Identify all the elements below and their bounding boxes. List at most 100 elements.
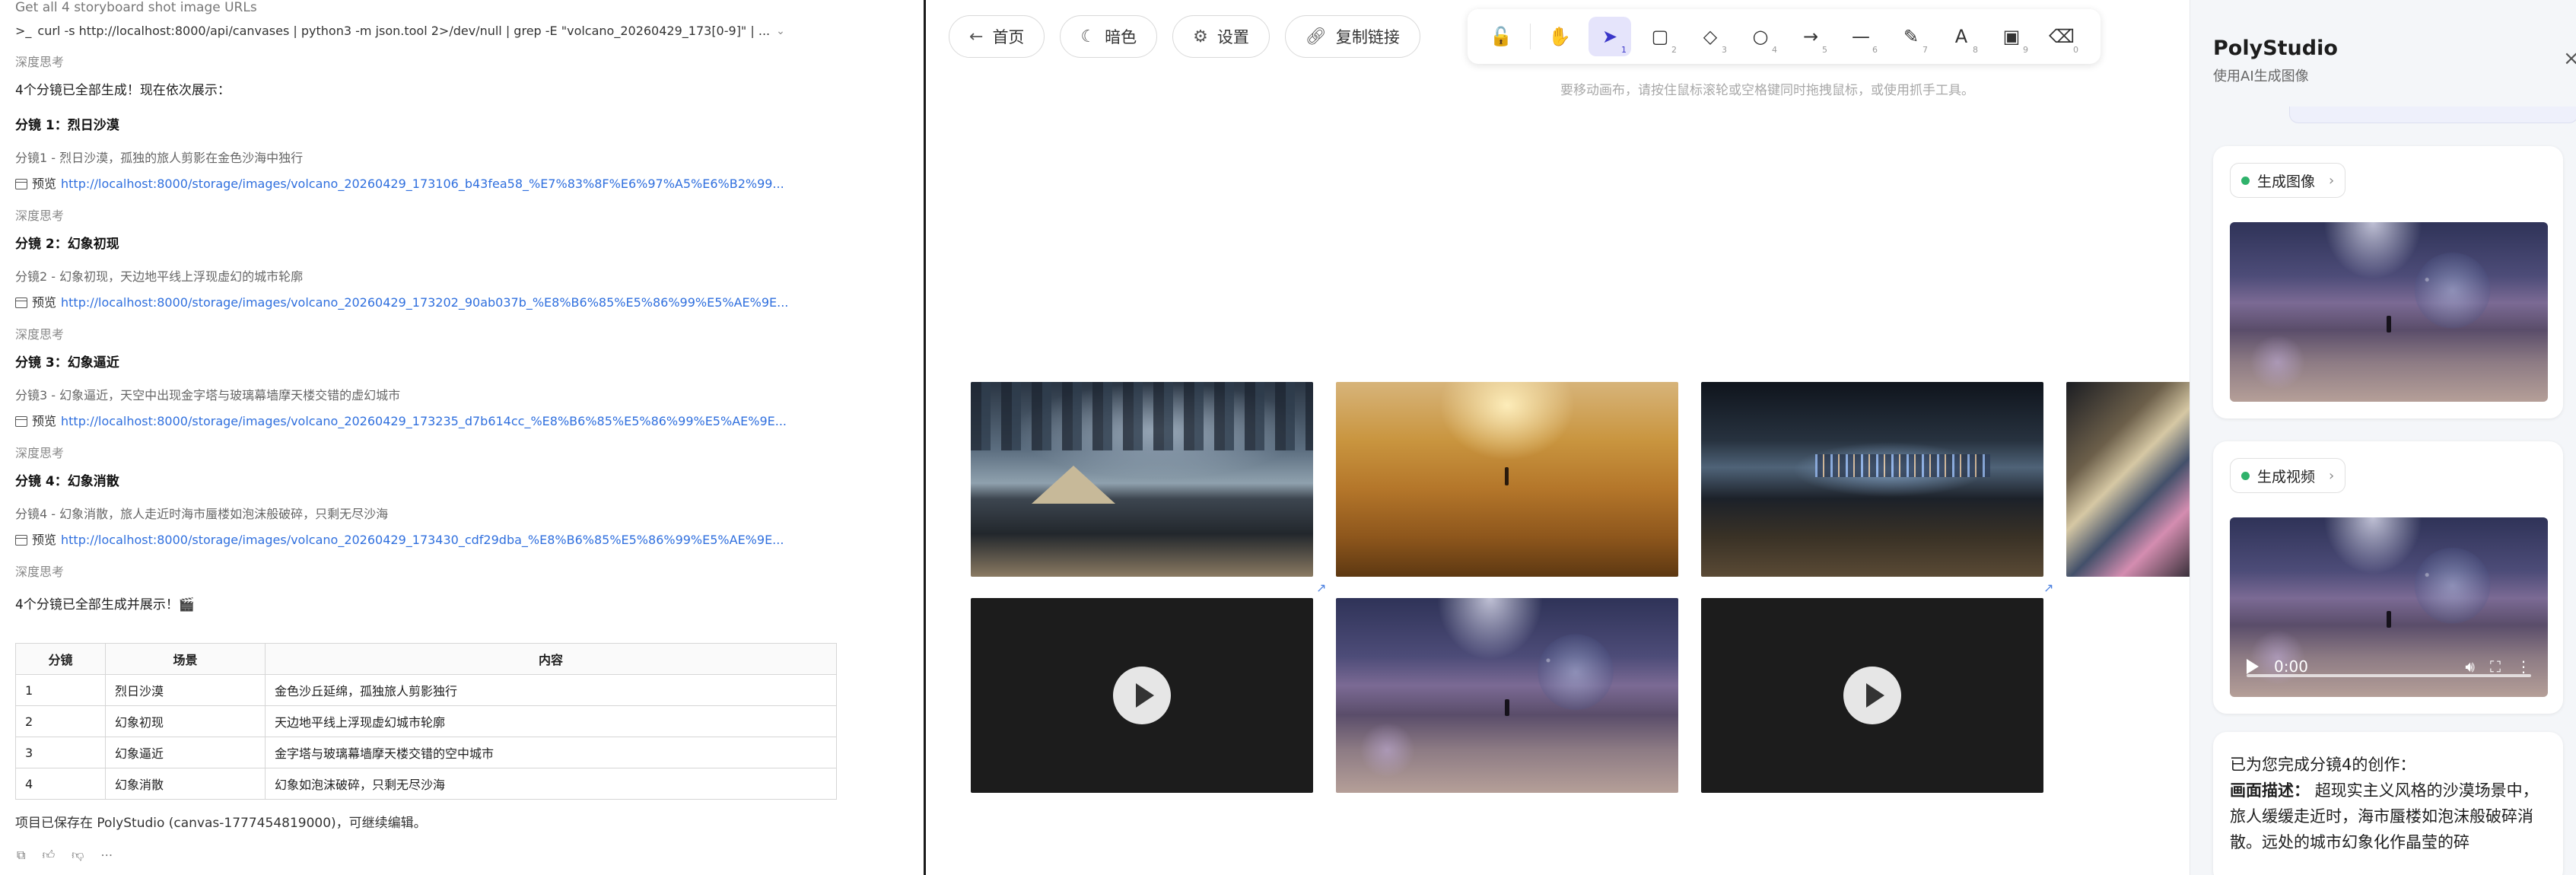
fullscreen-icon[interactable]: ⛶ (2490, 657, 2501, 676)
shot-heading: 分镜 4：幻象消散 (15, 474, 119, 489)
close-icon[interactable]: × (2563, 47, 2576, 70)
tool-glyph: ▣ (2002, 26, 2021, 47)
storyboard-image-pyramids[interactable] (971, 382, 1313, 577)
intro-message: 4个分镜已全部生成！现在依次展示： (15, 83, 231, 98)
storyboard-image-city[interactable] (1701, 382, 2043, 577)
preview-link[interactable]: http://localhost:8000/storage/images/vol… (61, 295, 788, 310)
table-cell: 幻象如泡沫破碎，只剩无尽沙海 (265, 768, 837, 800)
table-cell: 烈日沙漠 (105, 674, 266, 706)
copy-link-label: 复制链接 (1335, 28, 1400, 46)
panel-title: PolyStudio (2213, 37, 2338, 60)
eraser-icon[interactable]: ⌫ 0 (2040, 17, 2083, 56)
chip-label: 生成视频 (2257, 468, 2316, 485)
shot-heading: 分镜 2：幻象初现 (15, 237, 119, 252)
toolbar-divider (1530, 24, 1531, 49)
shot-description: 分镜4 - 幻象消散，旅人走近时海市蜃楼如泡沫般破碎，只剩无尽沙海 (15, 507, 389, 521)
preview-link[interactable]: http://localhost:8000/storage/images/vol… (61, 533, 784, 548)
home-button-label: 首页 (992, 28, 1025, 46)
dark-mode-button[interactable]: ☾ 暗色 (1060, 15, 1158, 58)
lock-icon[interactable]: 🔓 (1480, 17, 1522, 56)
text-icon[interactable]: A8 (1940, 17, 1983, 56)
generate-image-chip[interactable]: 生成图像 › (2230, 163, 2346, 198)
storyboard-video[interactable] (971, 598, 1313, 793)
more-vertical-icon[interactable]: ⋮ (2516, 657, 2531, 676)
link-icon: 🔗︎ (1305, 27, 1327, 46)
chevron-down-icon[interactable]: ⌄ (776, 23, 785, 40)
gear-icon: ⚙ (1193, 27, 1208, 46)
tool-glyph: ○ (1752, 26, 1769, 47)
polystudio-panel: PolyStudio 使用AI生成图像 × 生成图像 › 生成视频 › 0:00… (2190, 0, 2576, 875)
tool-shortcut: 9 (2023, 45, 2028, 55)
storyboard-image-bubbles[interactable] (1336, 598, 1678, 793)
copy-link-button[interactable]: 🔗︎ 复制链接 (1284, 15, 1420, 58)
preview-link[interactable]: http://localhost:8000/storage/images/vol… (61, 414, 787, 429)
circle-icon[interactable]: ○ 4 (1739, 17, 1782, 56)
table-cell: 幻象消散 (105, 768, 266, 800)
storyboard-image-glass[interactable] (2066, 382, 2203, 577)
home-button[interactable]: ← 首页 (949, 15, 1045, 58)
tool-glyph: A (1954, 26, 1968, 47)
table-header: 分镜 (15, 643, 106, 675)
settings-button[interactable]: ⚙ 设置 (1172, 15, 1270, 58)
arrow-icon[interactable]: → 5 (1789, 17, 1832, 56)
deep-thinking-label[interactable]: 深度思考 (15, 327, 64, 342)
preview-label: 预览 (32, 295, 57, 310)
moon-icon: ☾ (1080, 27, 1096, 46)
shot-preview[interactable]: 预览 http://localhost:8000/storage/images/… (15, 414, 787, 429)
play-icon[interactable] (1843, 667, 1901, 724)
chevron-right-icon: › (2329, 467, 2335, 484)
command-line[interactable]: >_ curl -s http://localhost:8000/api/can… (15, 23, 785, 40)
table-row: 2 幻象初现 天边地平线上浮现虚幻城市轮廓 (15, 705, 837, 737)
video-progress-bar[interactable] (2247, 674, 2531, 677)
preview-label: 预览 (32, 177, 57, 191)
tool-glyph: → (1802, 26, 1819, 47)
generated-video-player[interactable]: 0:00 🔊︎ ⛶ ⋮ (2230, 517, 2548, 697)
window-icon (15, 535, 27, 546)
deep-thinking-label[interactable]: 深度思考 (15, 208, 64, 224)
tool-shortcut: 3 (1722, 45, 1727, 55)
diamond-icon[interactable]: ◇ 3 (1689, 17, 1732, 56)
shot-preview[interactable]: 预览 http://localhost:8000/storage/images/… (15, 533, 784, 548)
tool-shortcut: 6 (1872, 45, 1878, 55)
pencil-icon[interactable]: ✎ 7 (1890, 17, 1932, 56)
tool-glyph: ➤ (1601, 26, 1618, 47)
shot-preview[interactable]: 预览 http://localhost:8000/storage/images/… (15, 295, 788, 310)
dark-mode-label: 暗色 (1105, 28, 1137, 46)
deep-thinking-label[interactable]: 深度思考 (15, 55, 64, 70)
window-icon (15, 179, 27, 189)
more-icon[interactable]: ⋯ (100, 848, 113, 863)
command-title: Get all 4 storyboard shot image URLs (15, 0, 257, 15)
preview-link[interactable]: http://localhost:8000/storage/images/vol… (61, 177, 784, 192)
play-icon[interactable] (1113, 667, 1171, 724)
line-icon[interactable]: —6 (1840, 17, 1882, 56)
chevron-right-icon: › (2329, 172, 2335, 189)
play-icon[interactable] (2247, 659, 2259, 674)
image-icon[interactable]: ▣ 9 (1990, 17, 2033, 56)
deep-thinking-label[interactable]: 深度思考 (15, 565, 64, 580)
canvas-hint: 要移动画布，请按住鼠标滚轮或空格键同时拖拽鼠标，或使用抓手工具。 (1560, 83, 1974, 98)
rectangle-icon[interactable]: ▢ 2 (1639, 17, 1681, 56)
generated-image-thumbnail[interactable] (2230, 222, 2548, 402)
storyboard-image-desert[interactable] (1336, 382, 1678, 577)
hand-icon[interactable]: ✋ (1538, 17, 1581, 56)
thumbs-up-icon[interactable]: 👍︎ (42, 848, 55, 863)
video-result-card: 生成视频 › 0:00 🔊︎ ⛶ ⋮ (2213, 441, 2563, 714)
deep-thinking-label[interactable]: 深度思考 (15, 446, 64, 461)
shot-preview[interactable]: 预览 http://localhost:8000/storage/images/… (15, 177, 784, 192)
copy-icon[interactable]: ⧉ (17, 848, 25, 863)
table-cell: 幻象初现 (105, 705, 266, 737)
cursor-icon[interactable]: ➤ 1 (1589, 17, 1631, 56)
image-result-card: 生成图像 › (2213, 146, 2563, 418)
volume-icon[interactable]: 🔊︎ (2465, 657, 2475, 676)
settings-label: 设置 (1216, 28, 1249, 46)
table-cell: 天边地平线上浮现虚幻城市轮廓 (265, 705, 837, 737)
generate-video-chip[interactable]: 生成视频 › (2230, 458, 2346, 493)
tool-glyph: ✋ (1548, 26, 1571, 47)
table-header-row: 分镜 场景 内容 (15, 643, 837, 675)
done-message: 4个分镜已全部生成并展示！🎬 (15, 597, 195, 612)
external-link-icon[interactable]: ↗ (1316, 581, 1330, 595)
external-link-icon[interactable]: ↗ (2043, 581, 2057, 595)
storyboard-video[interactable] (1701, 598, 2043, 793)
reply-line: 已为您完成分镜4的创作： (2230, 756, 2416, 774)
thumbs-down-icon[interactable]: 👎︎ (72, 848, 84, 863)
